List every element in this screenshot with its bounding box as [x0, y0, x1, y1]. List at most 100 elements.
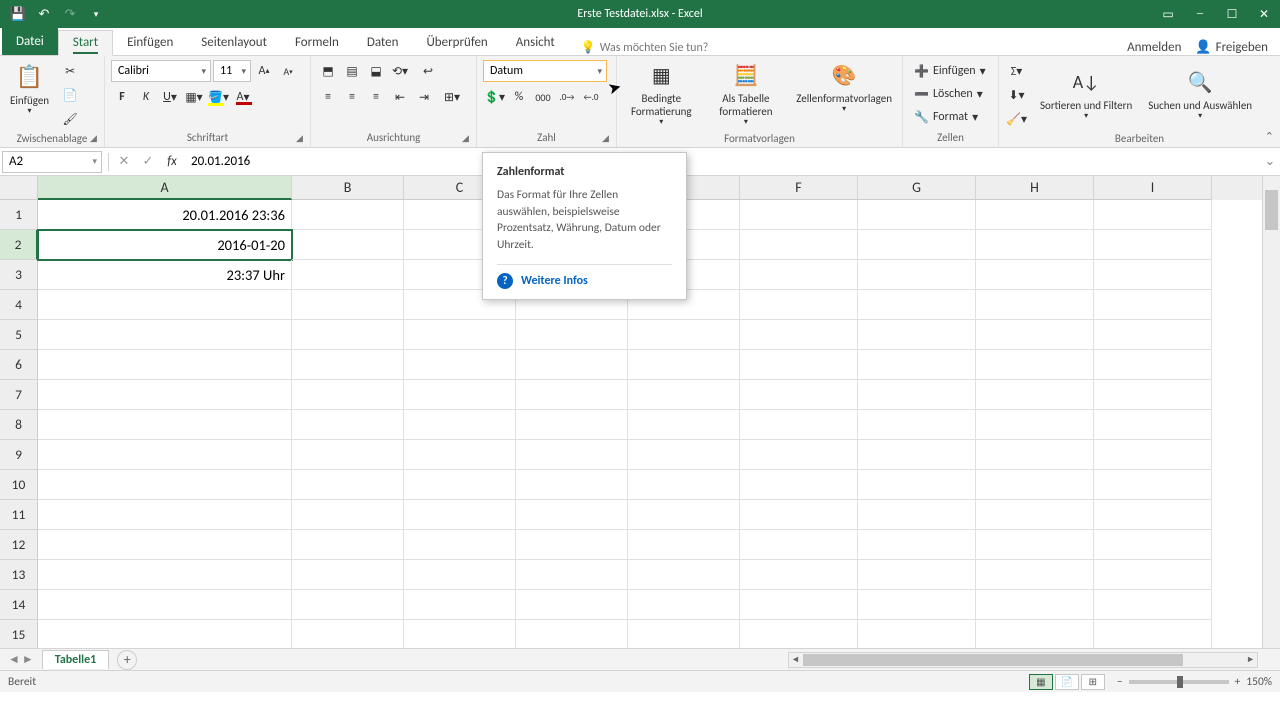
row-header[interactable]: 13 [0, 560, 38, 590]
cell[interactable] [38, 350, 292, 380]
formula-input[interactable]: 20.01.2016 [183, 154, 1260, 169]
number-format-combo[interactable]: Datum [483, 60, 607, 82]
conditional-format-button[interactable]: ▦ Bedingte Formatierung▾ [623, 60, 700, 130]
alignment-launcher-icon[interactable]: ◢ [462, 133, 474, 145]
cell[interactable] [292, 440, 404, 470]
cell[interactable] [404, 380, 516, 410]
cell[interactable] [516, 440, 628, 470]
cell[interactable] [740, 260, 858, 290]
underline-button[interactable]: U▾ [159, 86, 181, 108]
row-header[interactable]: 12 [0, 530, 38, 560]
align-top-button[interactable]: ⬒ [317, 60, 339, 82]
name-box[interactable]: A2 [2, 151, 102, 173]
cell-styles-button[interactable]: 🎨 Zellenformatvorlagen▾ [792, 60, 896, 117]
cell[interactable] [628, 560, 740, 590]
cell[interactable] [38, 290, 292, 320]
cell[interactable] [740, 500, 858, 530]
tab-file[interactable]: Datei [2, 28, 58, 55]
cell[interactable] [858, 590, 976, 620]
tab-pagelayout[interactable]: Seitenlayout [187, 31, 281, 55]
cell[interactable] [976, 350, 1094, 380]
cut-button[interactable]: ✂ [59, 60, 81, 82]
cell[interactable] [858, 530, 976, 560]
cell[interactable] [628, 320, 740, 350]
zoom-out-button[interactable]: − [1117, 675, 1123, 689]
cell[interactable] [1094, 590, 1212, 620]
font-size-combo[interactable]: 11 [213, 60, 251, 82]
cell[interactable] [858, 320, 976, 350]
cell[interactable] [1094, 380, 1212, 410]
cell[interactable] [292, 560, 404, 590]
cell[interactable] [38, 380, 292, 410]
cell[interactable] [38, 410, 292, 440]
number-launcher-icon[interactable]: ◢ [602, 133, 614, 145]
cell[interactable] [38, 590, 292, 620]
paste-button[interactable]: 📋 Einfügen ▾ [6, 60, 53, 119]
close-icon[interactable]: ✕ [1248, 0, 1280, 28]
align-center-button[interactable]: ≡ [341, 86, 363, 108]
font-launcher-icon[interactable]: ◢ [296, 133, 308, 145]
insert-cells-button[interactable]: ➕Einfügen▾ [909, 60, 995, 82]
increase-decimal-button[interactable]: .0→ [556, 86, 578, 108]
wrap-text-button[interactable]: ↩ [413, 60, 443, 82]
cell[interactable] [858, 380, 976, 410]
zoom-level[interactable]: 150% [1246, 675, 1272, 689]
accounting-format-button[interactable]: 💲▾ [483, 86, 506, 108]
row-header[interactable]: 10 [0, 470, 38, 500]
pagebreak-view-button[interactable]: ⊞ [1081, 674, 1105, 690]
cell[interactable] [976, 560, 1094, 590]
cell[interactable] [1094, 230, 1212, 260]
cell[interactable] [740, 200, 858, 230]
cell[interactable] [292, 380, 404, 410]
cell[interactable]: 23:37 Uhr [38, 260, 292, 290]
cell[interactable] [292, 620, 404, 650]
cell[interactable] [976, 320, 1094, 350]
cell[interactable] [628, 590, 740, 620]
cell[interactable] [516, 470, 628, 500]
tooltip-more-link[interactable]: ? Weitere Infos [497, 264, 672, 289]
cell[interactable] [292, 320, 404, 350]
cell[interactable] [516, 320, 628, 350]
decrease-font-button[interactable]: A▾ [277, 60, 299, 82]
confirm-formula-icon[interactable]: ✓ [137, 154, 159, 169]
new-sheet-button[interactable]: + [117, 650, 137, 670]
row-header[interactable]: 14 [0, 590, 38, 620]
decrease-decimal-button[interactable]: ←.0 [580, 86, 602, 108]
cell[interactable] [740, 560, 858, 590]
italic-button[interactable]: K [135, 86, 157, 108]
cell[interactable] [516, 620, 628, 650]
cell[interactable] [1094, 440, 1212, 470]
format-painter-button[interactable]: 🖌 [59, 108, 81, 130]
orientation-button[interactable]: ⟲▾ [389, 60, 411, 82]
cell[interactable] [292, 290, 404, 320]
cell[interactable] [858, 620, 976, 650]
cell[interactable] [1094, 290, 1212, 320]
autosum-button[interactable]: Σ▾ [1005, 60, 1028, 82]
cell[interactable] [740, 230, 858, 260]
collapse-ribbon-icon[interactable]: ⌃ [1265, 130, 1274, 143]
thousands-button[interactable]: 000 [532, 86, 554, 108]
cell[interactable] [628, 500, 740, 530]
align-right-button[interactable]: ≡ [365, 86, 387, 108]
cell[interactable] [1094, 560, 1212, 590]
align-bottom-button[interactable]: ⬓ [365, 60, 387, 82]
row-header[interactable]: 4 [0, 290, 38, 320]
fill-color-button[interactable]: 🪣▾ [207, 86, 230, 108]
qat-customize-icon[interactable]: ▾ [86, 4, 106, 24]
row-header[interactable]: 7 [0, 380, 38, 410]
row-header[interactable]: 2 [0, 230, 38, 260]
column-header[interactable]: H [976, 176, 1094, 200]
cell[interactable] [628, 530, 740, 560]
row-header[interactable]: 5 [0, 320, 38, 350]
merge-button[interactable]: ⊞▾ [437, 86, 467, 108]
font-name-combo[interactable]: Calibri [111, 60, 211, 82]
cell[interactable] [858, 440, 976, 470]
tab-data[interactable]: Daten [353, 31, 413, 55]
cell[interactable] [404, 470, 516, 500]
ribbon-options-icon[interactable]: ▭ [1152, 0, 1184, 28]
cell[interactable] [976, 590, 1094, 620]
cell[interactable] [858, 410, 976, 440]
cell[interactable] [292, 200, 404, 230]
cell[interactable] [976, 530, 1094, 560]
clipboard-launcher-icon[interactable]: ◢ [90, 133, 102, 145]
